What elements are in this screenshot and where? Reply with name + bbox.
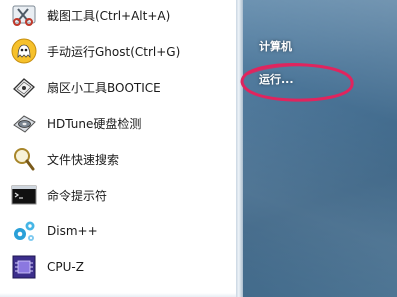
program-item-file-search[interactable]: 文件快速搜索 — [0, 141, 236, 177]
magnifier-icon — [14, 148, 35, 171]
scissors-icon — [12, 5, 36, 26]
run-link[interactable]: 运行... — [259, 71, 294, 87]
hard-disk-icon — [13, 115, 36, 133]
program-label: 文件快速搜索 — [47, 152, 120, 167]
places-pane: 计算机 运行... — [243, 0, 397, 297]
gears-icon — [14, 221, 35, 241]
program-item-hdtune[interactable]: HDTune硬盘检测 — [0, 105, 236, 141]
program-label: Dism++ — [47, 224, 98, 238]
program-item-bootice[interactable]: 扇区小工具BOOTICE — [0, 69, 236, 105]
program-label: 扇区小工具BOOTICE — [47, 80, 161, 95]
programs-list: 截图工具(Ctrl+Alt+A) 手动运行Ghost(Ctrl+G) 扇区小工具… — [0, 0, 236, 297]
program-item-cpu-z[interactable]: CPU-Z — [0, 249, 236, 285]
program-label: 手动运行Ghost(Ctrl+G) — [47, 44, 181, 59]
computer-link[interactable]: 计算机 — [259, 38, 292, 54]
program-label: 命令提示符 — [47, 188, 108, 203]
program-label: HDTune硬盘检测 — [47, 116, 142, 131]
command-prompt-icon — [11, 185, 37, 205]
bottom-divider — [0, 293, 236, 297]
program-item-dism[interactable]: Dism++ — [0, 213, 236, 249]
program-label: CPU-Z — [47, 260, 84, 274]
program-item-ghost[interactable]: 手动运行Ghost(Ctrl+G) — [0, 33, 236, 69]
program-item-command-prompt[interactable]: 命令提示符 — [0, 177, 236, 213]
program-label: 截图工具(Ctrl+Alt+A) — [47, 8, 171, 23]
pane-divider — [236, 0, 243, 297]
start-menu: 截图工具(Ctrl+Alt+A) 手动运行Ghost(Ctrl+G) 扇区小工具… — [0, 0, 397, 297]
program-item-screenshot-tool[interactable]: 截图工具(Ctrl+Alt+A) — [0, 0, 236, 33]
cpu-icon — [12, 255, 36, 279]
ghost-icon — [11, 38, 37, 64]
disk-tool-icon — [13, 78, 35, 98]
